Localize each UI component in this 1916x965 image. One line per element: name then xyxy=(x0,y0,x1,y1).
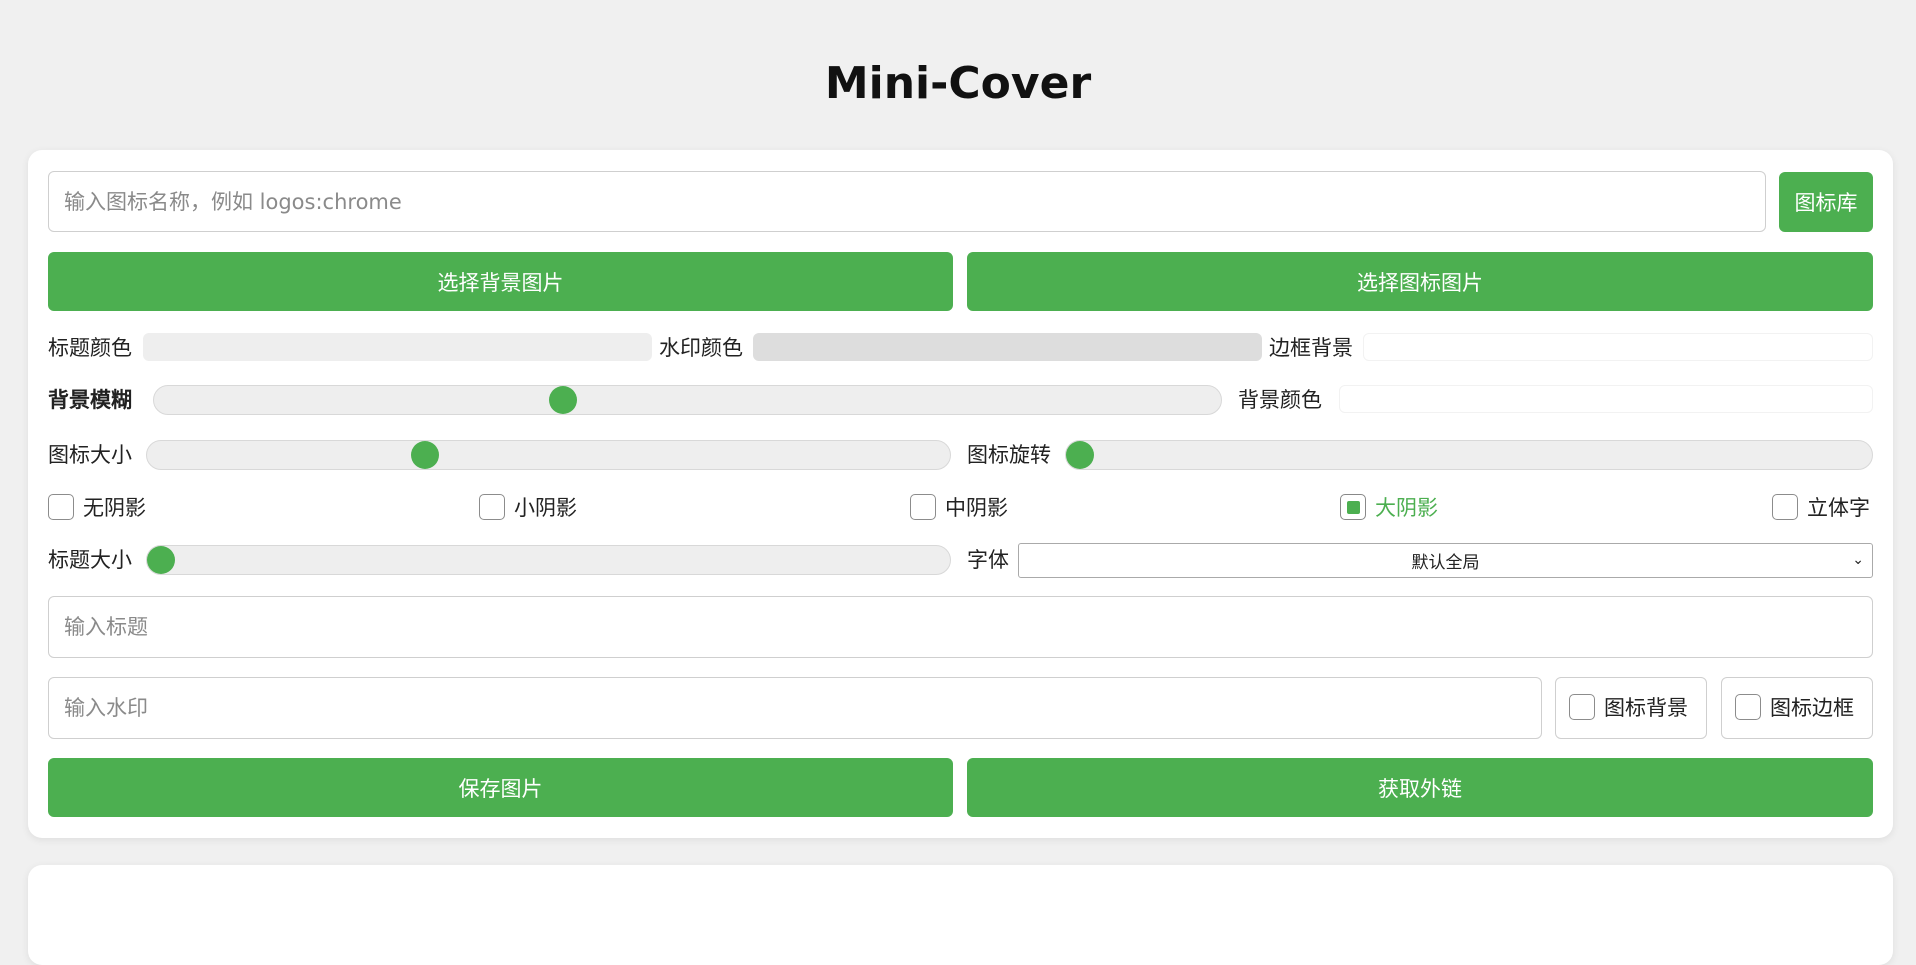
icon-border-checkbox[interactable] xyxy=(1735,694,1761,720)
page-title: Mini-Cover xyxy=(824,58,1092,109)
select-icon-image-button[interactable]: 选择图标图片 xyxy=(967,252,1873,311)
font-label: 字体 xyxy=(967,548,1009,572)
border-background-label: 边框背景 xyxy=(1269,336,1353,360)
title-input[interactable] xyxy=(48,596,1873,658)
get-external-link-button[interactable]: 获取外链 xyxy=(967,758,1873,817)
shadow-option-checkbox[interactable] xyxy=(910,494,936,520)
icon-rotate-slider-thumb[interactable] xyxy=(1066,441,1094,469)
chevron-down-icon: ⌄ xyxy=(1852,552,1864,568)
font-select[interactable]: 默认全局 ⌄ xyxy=(1018,543,1873,578)
watermark-input[interactable] xyxy=(48,677,1542,739)
shadow-option-checkbox[interactable] xyxy=(479,494,505,520)
shadow-option-label: 无阴影 xyxy=(83,496,146,520)
title-color-picker[interactable] xyxy=(143,333,652,361)
watermark-color-picker[interactable] xyxy=(753,333,1262,361)
title-size-slider-thumb[interactable] xyxy=(147,546,175,574)
icon-background-checkbox[interactable] xyxy=(1569,694,1595,720)
shadow-option-checkbox[interactable] xyxy=(1340,494,1366,520)
icon-size-slider[interactable] xyxy=(146,440,951,470)
shadow-option-label: 立体字 xyxy=(1807,496,1870,520)
preview-panel xyxy=(28,865,1893,965)
shadow-option-label: 中阴影 xyxy=(945,496,1008,520)
border-background-color-picker[interactable] xyxy=(1363,333,1873,361)
background-blur-label: 背景模糊 xyxy=(48,388,132,412)
background-blur-slider-thumb[interactable] xyxy=(549,386,577,414)
icon-border-label: 图标边框 xyxy=(1770,696,1854,720)
font-select-value: 默认全局 xyxy=(1411,553,1480,573)
checkbox-checked-mark xyxy=(1347,501,1360,514)
icon-library-button[interactable]: 图标库 xyxy=(1779,172,1873,232)
title-size-label: 标题大小 xyxy=(48,548,132,572)
icon-rotate-slider[interactable] xyxy=(1065,440,1873,470)
editor-panel: 图标库 选择背景图片 选择图标图片 标题颜色 水印颜色 边框背景 背景模糊 背景… xyxy=(28,150,1893,838)
shadow-option-checkbox[interactable] xyxy=(48,494,74,520)
icon-search-input[interactable] xyxy=(48,171,1766,232)
background-blur-slider[interactable] xyxy=(153,385,1222,415)
background-color-picker[interactable] xyxy=(1339,385,1873,413)
title-color-label: 标题颜色 xyxy=(48,336,132,360)
save-image-button[interactable]: 保存图片 xyxy=(48,758,953,817)
select-background-image-button[interactable]: 选择背景图片 xyxy=(48,252,953,311)
title-size-slider[interactable] xyxy=(146,545,951,575)
shadow-option-label: 小阴影 xyxy=(514,496,577,520)
icon-background-label: 图标背景 xyxy=(1604,696,1688,720)
icon-size-label: 图标大小 xyxy=(48,443,132,467)
icon-rotate-label: 图标旋转 xyxy=(967,443,1051,467)
icon-size-slider-thumb[interactable] xyxy=(411,441,439,469)
shadow-option-label: 大阴影 xyxy=(1375,496,1438,520)
watermark-color-label: 水印颜色 xyxy=(659,336,743,360)
shadow-option-checkbox[interactable] xyxy=(1772,494,1798,520)
background-color-label: 背景颜色 xyxy=(1238,388,1322,412)
icon-border-toggle[interactable]: 图标边框 xyxy=(1721,677,1873,739)
icon-background-toggle[interactable]: 图标背景 xyxy=(1555,677,1707,739)
